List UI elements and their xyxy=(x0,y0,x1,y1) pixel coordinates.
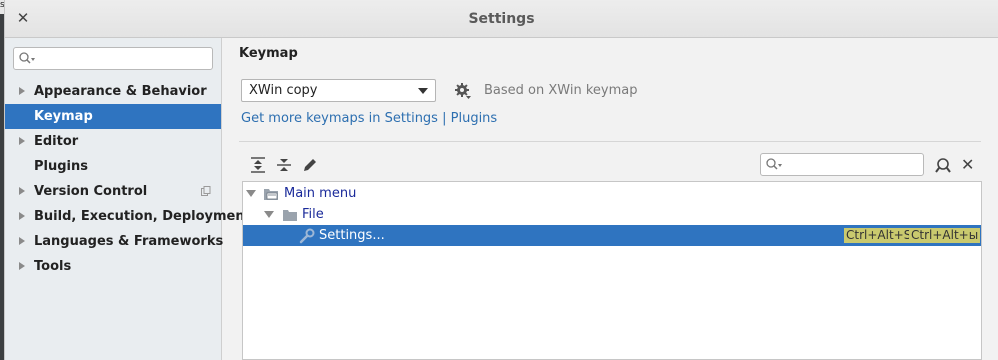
tree-node-label: Settings... xyxy=(319,228,385,243)
keymap-actions-tree: Main menu File Settings... Ctrl+Alt+S Ct… xyxy=(242,181,982,360)
divider xyxy=(239,141,981,142)
folder-icon xyxy=(283,210,297,221)
keymap-select[interactable]: XWin copy xyxy=(241,79,436,102)
shortcut-badge: Ctrl+Alt+ы xyxy=(909,228,981,243)
plugins-link[interactable]: Plugins xyxy=(451,111,498,126)
sidebar-item-editor[interactable]: Editor xyxy=(5,129,221,154)
tree-node-file[interactable]: File xyxy=(243,204,981,225)
search-icon xyxy=(19,52,35,64)
sidebar-item-plugins[interactable]: Plugins xyxy=(5,154,221,179)
tree-node-settings[interactable]: Settings... Ctrl+Alt+S Ctrl+Alt+ы xyxy=(243,225,981,246)
keymap-panel: Keymap XWin copy Based on XWin keymap Ge… xyxy=(222,38,998,360)
sidebar-item-label: Plugins xyxy=(34,159,88,174)
link-separator: | xyxy=(437,111,451,126)
tree-node-main-menu[interactable]: Main menu xyxy=(243,183,981,204)
find-shortcut-icon[interactable] xyxy=(934,157,952,175)
settings-window: ✕ Settings Appearance & Behavior Keymap … xyxy=(4,0,998,360)
sidebar-item-tools[interactable]: Tools xyxy=(5,254,221,279)
expand-arrow-icon[interactable] xyxy=(19,212,25,220)
keymap-search-input[interactable] xyxy=(760,153,924,176)
sidebar-item-label: Appearance & Behavior xyxy=(34,84,207,99)
collapse-arrow-icon[interactable] xyxy=(264,211,274,218)
keymap-links: Get more keymaps in Settings | Plugins xyxy=(241,111,497,126)
expand-arrow-icon[interactable] xyxy=(19,237,25,245)
expand-arrow-icon[interactable] xyxy=(19,137,25,145)
search-icon xyxy=(766,158,782,170)
expand-all-icon[interactable] xyxy=(249,156,267,174)
copy-icon xyxy=(201,186,211,196)
sidebar-item-keymap[interactable]: Keymap xyxy=(5,104,221,129)
pencil-icon[interactable] xyxy=(301,156,319,174)
settings-sidebar: Appearance & Behavior Keymap Editor Plug… xyxy=(5,38,251,360)
sidebar-item-label: Languages & Frameworks xyxy=(34,234,224,249)
wrench-icon xyxy=(299,228,315,244)
window-title: Settings xyxy=(468,11,535,27)
keymap-select-value: XWin copy xyxy=(249,83,318,98)
collapse-arrow-icon[interactable] xyxy=(246,190,256,197)
based-on-label: Based on XWin keymap xyxy=(484,83,638,98)
sidebar-tree: Appearance & Behavior Keymap Editor Plug… xyxy=(5,79,251,279)
sidebar-item-appearance-behavior[interactable]: Appearance & Behavior xyxy=(5,79,221,104)
expand-arrow-icon[interactable] xyxy=(19,187,25,195)
title-bar: ✕ Settings xyxy=(5,0,998,38)
sidebar-item-label: Keymap xyxy=(34,109,93,124)
gear-icon[interactable] xyxy=(454,82,472,100)
collapse-all-icon[interactable] xyxy=(275,156,293,174)
page-title: Keymap xyxy=(239,46,298,61)
sidebar-item-build-execution-deployment[interactable]: Build, Execution, Deployment xyxy=(5,204,251,229)
sidebar-item-label: Version Control xyxy=(34,184,148,199)
tree-node-label: Main menu xyxy=(284,186,357,201)
sidebar-item-label: Build, Execution, Deployment xyxy=(34,209,251,224)
get-more-keymaps-link[interactable]: Get more keymaps in Settings xyxy=(241,111,438,126)
expand-arrow-icon[interactable] xyxy=(19,87,25,95)
sidebar-item-label: Tools xyxy=(34,259,72,274)
sidebar-search-input[interactable] xyxy=(13,47,213,70)
menu-folder-icon xyxy=(264,189,278,200)
tree-node-label: File xyxy=(302,207,324,222)
expand-arrow-icon[interactable] xyxy=(19,262,25,270)
sidebar-item-languages-frameworks[interactable]: Languages & Frameworks xyxy=(5,229,224,254)
shortcut-badge: Ctrl+Alt+S xyxy=(844,228,914,243)
sidebar-item-label: Editor xyxy=(34,134,79,149)
sidebar-item-version-control[interactable]: Version Control xyxy=(5,179,221,204)
chevron-down-icon xyxy=(418,88,428,94)
close-icon[interactable]: ✕ xyxy=(961,156,975,174)
